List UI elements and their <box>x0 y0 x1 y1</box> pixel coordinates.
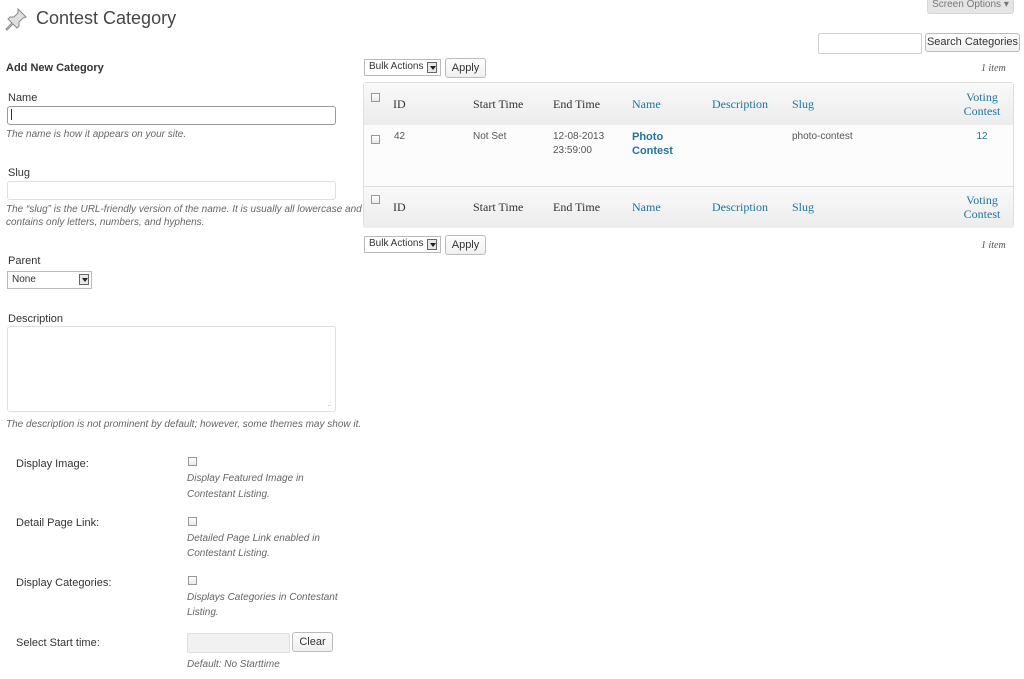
display-image-hint-line2: Contestant Listing. <box>187 489 270 500</box>
footer-column-name[interactable]: Name <box>632 200 661 215</box>
display-categories-label: Display Categories: <box>16 577 112 589</box>
description-hint: The description is not prominent by defa… <box>6 419 362 430</box>
slug-hint-line2: contains only letters, numbers, and hyph… <box>6 217 205 228</box>
column-id[interactable]: ID <box>393 97 406 112</box>
display-image-checkbox[interactable] <box>188 457 197 466</box>
parent-select[interactable]: None <box>7 271 92 289</box>
pushpin-icon <box>5 7 27 31</box>
bulk-actions-label-bottom: Bulk Actions <box>369 238 424 249</box>
footer-column-slug[interactable]: Slug <box>792 200 814 215</box>
slug-field[interactable] <box>7 181 336 200</box>
description-label: Description <box>8 313 64 325</box>
chevron-down-icon <box>427 239 437 250</box>
start-time-label: Select Start time: <box>16 637 100 649</box>
detail-page-link-hint-line1: Detailed Page Link enabled in <box>187 533 320 544</box>
apply-button-bottom[interactable]: Apply <box>445 235 486 255</box>
footer-column-start-time: Start Time <box>473 200 524 214</box>
categories-table: ID Start Time End Time Name Description … <box>363 82 1014 228</box>
items-count-bottom: 1 item <box>981 240 1006 251</box>
display-image-label: Display Image: <box>16 458 89 470</box>
text-cursor <box>11 109 12 120</box>
row-name-line2: Contest <box>632 145 673 157</box>
resize-grip-icon[interactable]: .: <box>328 400 332 408</box>
column-voting-line2: Contest <box>963 104 1001 118</box>
table-header: ID Start Time End Time Name Description … <box>364 83 1013 126</box>
bulk-actions-select-top[interactable]: Bulk Actions <box>364 59 441 76</box>
screen-options-button[interactable]: Screen Options ▾ <box>927 0 1014 14</box>
footer-column-voting-line1: Voting <box>966 193 998 207</box>
row-voting-contest-link[interactable]: 12 <box>954 130 1010 144</box>
apply-button-top[interactable]: Apply <box>445 58 486 78</box>
detail-page-link-checkbox[interactable] <box>188 517 197 526</box>
items-count-top: 1 item <box>981 63 1006 74</box>
detail-page-link-label: Detail Page Link: <box>16 517 100 529</box>
display-image-hint-line1: Display Featured Image in <box>187 473 304 484</box>
footer-column-description[interactable]: Description <box>712 200 768 215</box>
page-title: Contest Category <box>36 8 177 28</box>
footer-column-end-time: End Time <box>553 200 601 214</box>
column-voting-contest[interactable]: Voting Contest <box>954 90 1010 118</box>
select-all-checkbox[interactable] <box>371 93 380 102</box>
chevron-down-icon <box>427 62 437 73</box>
start-time-input[interactable] <box>187 633 290 653</box>
search-categories-button[interactable]: Search Categories <box>925 33 1020 52</box>
footer-column-id[interactable]: ID <box>393 200 406 215</box>
display-categories-checkbox[interactable] <box>188 576 197 585</box>
column-description[interactable]: Description <box>712 97 768 112</box>
chevron-down-icon <box>79 274 89 285</box>
parent-select-value: None <box>12 274 36 285</box>
row-slug: photo-contest <box>792 131 853 142</box>
slug-hint-line1: The “slug” is the URL-friendly version o… <box>6 204 362 215</box>
row-id: 42 <box>394 131 406 142</box>
name-label: Name <box>8 92 38 104</box>
detail-page-link-hint-line2: Contestant Listing. <box>187 548 270 559</box>
row-checkbox[interactable] <box>371 135 380 144</box>
slug-label: Slug <box>8 167 31 179</box>
row-name-line1: Photo <box>632 131 664 143</box>
table-footer: ID Start Time End Time Name Description … <box>364 186 1013 228</box>
parent-label: Parent <box>8 255 41 267</box>
start-time-hint: Default: No Starttime <box>187 659 280 670</box>
bulk-actions-select-bottom[interactable]: Bulk Actions <box>364 236 441 253</box>
column-slug[interactable]: Slug <box>792 97 814 112</box>
name-field[interactable] <box>7 106 336 125</box>
column-end-time: End Time <box>553 97 601 111</box>
display-categories-hint-line2: Listing. <box>187 607 219 618</box>
select-all-checkbox-footer[interactable] <box>371 195 380 204</box>
table-row: 42 Not Set 12-08-2013 23:59:00 Photo Con… <box>364 125 1013 186</box>
footer-column-voting-contest[interactable]: Voting Contest <box>954 193 1010 221</box>
bulk-actions-label: Bulk Actions <box>369 61 424 72</box>
row-end-time: 12-08-2013 23:59:00 <box>553 130 604 158</box>
row-name-link[interactable]: Photo Contest <box>632 130 673 158</box>
search-input[interactable] <box>818 33 922 54</box>
footer-column-voting-line2: Contest <box>963 207 1001 221</box>
column-name[interactable]: Name <box>632 97 661 112</box>
add-new-category-heading: Add New Category <box>6 62 104 74</box>
description-textarea[interactable]: .: <box>7 326 336 412</box>
row-end-clock: 23:59:00 <box>553 145 592 156</box>
name-hint: The name is how it appears on your site. <box>6 129 187 140</box>
clear-start-time-button[interactable]: Clear <box>292 632 333 652</box>
row-end-date: 12-08-2013 <box>553 131 605 142</box>
row-start-time: Not Set <box>473 131 507 142</box>
column-voting-line1: Voting <box>966 90 998 104</box>
display-categories-hint-line1: Displays Categories in Contestant <box>187 592 338 603</box>
column-start-time: Start Time <box>473 97 524 111</box>
